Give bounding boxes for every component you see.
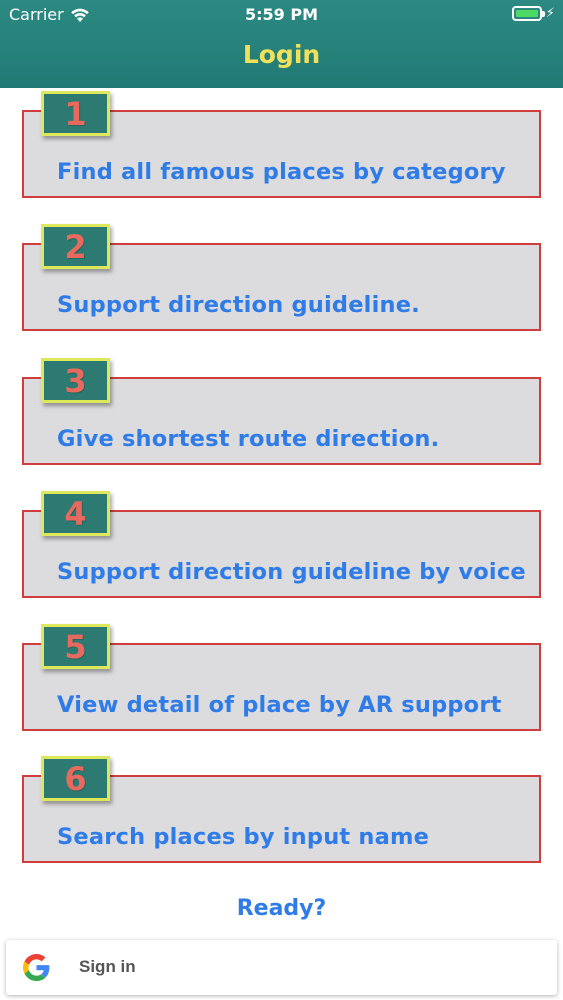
- feature-number-badge: 2: [41, 224, 110, 269]
- clock: 5:59 PM: [244, 5, 318, 24]
- feature-number-badge: 1: [41, 91, 110, 136]
- charging-bolt-icon: ⚡: [545, 6, 555, 21]
- battery-icon: [511, 6, 545, 21]
- feature-number: 5: [64, 627, 87, 666]
- sign-in-label: Sign in: [79, 957, 136, 976]
- battery-indicator: ⚡: [511, 6, 555, 21]
- feature-text: Support direction guideline.: [57, 292, 420, 318]
- feature-text: Search places by input name: [57, 824, 430, 850]
- feature-card-5: 5 View detail of place by AR support: [22, 624, 541, 731]
- feature-card-1: 1 Find all famous places by category: [22, 91, 541, 198]
- feature-number-badge: 3: [41, 358, 110, 403]
- feature-card-4: 4 Support direction guideline by voice: [22, 491, 541, 598]
- feature-card-6: 6 Search places by input name: [22, 756, 541, 863]
- ready-prompt: Ready?: [236, 896, 327, 921]
- feature-text: Support direction guideline by voice: [57, 559, 526, 585]
- feature-text: Give shortest route direction.: [57, 426, 440, 452]
- google-icon: [23, 954, 50, 981]
- feature-card-2: 2 Support direction guideline.: [22, 224, 541, 331]
- feature-number: 6: [64, 759, 87, 798]
- status-bar: Carrier 5:59 PM ⚡: [0, 0, 563, 30]
- feature-card-3: 3 Give shortest route direction.: [22, 358, 541, 465]
- feature-text: View detail of place by AR support: [57, 692, 502, 718]
- feature-number-badge: 4: [41, 491, 110, 536]
- feature-number: 3: [64, 361, 87, 400]
- feature-text: Find all famous places by category: [57, 159, 506, 185]
- feature-number-badge: 6: [41, 756, 110, 801]
- page-title: Login: [242, 40, 321, 69]
- feature-number: 2: [64, 227, 87, 266]
- feature-number: 4: [64, 494, 87, 533]
- navigation-header: Carrier 5:59 PM ⚡ Login: [0, 0, 563, 88]
- feature-number-badge: 5: [41, 624, 110, 669]
- feature-number: 1: [64, 94, 87, 133]
- google-sign-in-button[interactable]: Sign in: [6, 940, 557, 995]
- battery-level-fill: [515, 10, 538, 17]
